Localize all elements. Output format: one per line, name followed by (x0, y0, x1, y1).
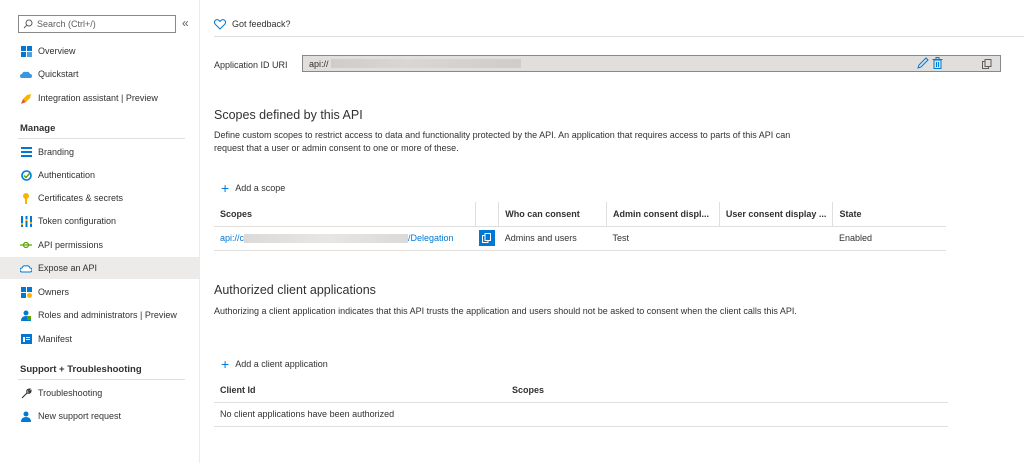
table-row: No client applications have been authori… (214, 402, 948, 427)
sidebar-item-overview[interactable]: Overview (0, 40, 199, 62)
sidebar-item-integration-assistant[interactable]: Integration assistant | Preview (0, 87, 199, 109)
column-header-copy (475, 202, 500, 227)
clients-description: Authorizing a client application indicat… (214, 306, 797, 316)
sidebar-item-new-support-request[interactable]: New support request (0, 405, 199, 427)
table-header-row: Client Id Scopes (214, 378, 948, 403)
clients-section-title: Authorized client applications (214, 283, 376, 297)
cloud-api-icon (20, 262, 32, 274)
empty-message: No client applications have been authori… (214, 402, 948, 427)
scopes-description: Define custom scopes to restrict access … (214, 130, 791, 153)
sidebar-item-api-permissions[interactable]: API permissions (0, 234, 199, 256)
add-scope-button[interactable]: + Add a scope (221, 180, 286, 196)
section-divider (18, 379, 185, 380)
feedback-button[interactable]: Got feedback? (214, 14, 291, 34)
clients-table: Client Id Scopes No client applications … (214, 378, 948, 427)
redacted-value (244, 234, 409, 244)
column-header-who-can-consent[interactable]: Who can consent (498, 202, 607, 227)
column-header-scopes[interactable]: Scopes (506, 378, 948, 403)
manage-section-title: Manage (20, 123, 56, 134)
sidebar: Search (Ctrl+/) « Overview Quickstart In… (0, 0, 200, 463)
collapse-sidebar-button[interactable]: « (182, 17, 189, 29)
sidebar-item-label: API permissions (38, 240, 104, 250)
owners-icon (20, 286, 32, 298)
sidebar-item-authentication[interactable]: Authentication (0, 164, 199, 186)
sidebar-item-troubleshooting[interactable]: Troubleshooting (0, 382, 199, 404)
app-id-uri-label: Application ID URI (214, 60, 288, 70)
scopes-table: Scopes Who can consent Admin consent dis… (214, 202, 946, 251)
scope-link-suffix[interactable]: /Delegation (408, 233, 454, 243)
edit-pencil-icon[interactable] (917, 57, 929, 71)
column-header-user-consent[interactable]: User consent display ... (719, 202, 834, 227)
redacted-value (330, 59, 521, 68)
key-icon (20, 192, 32, 204)
user-consent-cell (719, 226, 833, 251)
wrench-icon (20, 387, 32, 399)
add-client-label: Add a client application (235, 359, 328, 369)
heart-icon (214, 18, 226, 30)
add-scope-label: Add a scope (235, 183, 286, 193)
search-icon (23, 19, 33, 29)
cloud-quickstart-icon (20, 68, 32, 80)
copy-icon[interactable] (478, 230, 495, 246)
admin-consent-cell: Test (606, 226, 720, 251)
table-header-row: Scopes Who can consent Admin consent dis… (214, 202, 946, 227)
who-can-consent-cell: Admins and users (498, 226, 607, 251)
scope-cell[interactable]: api://c/Delegation (214, 226, 476, 251)
branding-icon (20, 146, 32, 158)
roles-icon (20, 309, 32, 321)
sidebar-item-quickstart[interactable]: Quickstart (0, 63, 199, 85)
sidebar-item-expose-an-api[interactable]: Expose an API (0, 257, 199, 279)
search-input[interactable]: Search (Ctrl+/) (18, 15, 176, 33)
sidebar-item-roles-and-administrators[interactable]: Roles and administrators | Preview (0, 304, 199, 326)
sidebar-item-label: Token configuration (38, 216, 117, 226)
sidebar-item-label: Manifest (38, 334, 73, 344)
api-permissions-icon (20, 239, 32, 251)
token-bars-icon (20, 215, 32, 227)
sidebar-item-branding[interactable]: Branding (0, 141, 199, 163)
sidebar-item-label: Branding (38, 147, 75, 157)
sidebar-item-label: Owners (38, 287, 70, 297)
copy-cell[interactable] (475, 226, 499, 251)
column-header-scopes[interactable]: Scopes (214, 202, 477, 227)
sidebar-item-owners[interactable]: Owners (0, 281, 199, 303)
manifest-icon (20, 333, 32, 345)
rocket-icon (20, 92, 32, 104)
sidebar-item-label: Overview (38, 46, 76, 56)
app-id-uri-field[interactable]: api:// (302, 55, 1001, 72)
app-id-uri-value: api:// (309, 58, 329, 69)
support-section-title: Support + Troubleshooting (20, 364, 142, 375)
sidebar-item-token-configuration[interactable]: Token configuration (0, 210, 199, 232)
scope-link-prefix[interactable]: api://c (220, 233, 244, 243)
delete-trash-icon[interactable] (932, 57, 943, 71)
sidebar-item-label: Expose an API (38, 263, 98, 273)
plus-icon: + (221, 356, 230, 372)
sidebar-item-label: Roles and administrators | Preview (38, 310, 177, 320)
sidebar-item-label: Troubleshooting (38, 388, 103, 398)
scopes-section-title: Scopes defined by this API (214, 108, 363, 122)
add-client-application-button[interactable]: + Add a client application (221, 356, 328, 372)
toolbar-divider (214, 36, 1024, 37)
search-placeholder: Search (Ctrl+/) (37, 19, 96, 29)
sidebar-item-label: Integration assistant | Preview (38, 93, 158, 103)
feedback-label: Got feedback? (232, 19, 291, 29)
sidebar-item-label: Certificates & secrets (38, 193, 124, 203)
sidebar-item-manifest[interactable]: Manifest (0, 328, 199, 350)
column-header-admin-consent[interactable]: Admin consent displ... (606, 202, 720, 227)
plus-icon: + (221, 180, 230, 196)
main-content: Got feedback? Application ID URI api:// … (214, 0, 1024, 463)
sidebar-item-certificates[interactable]: Certificates & secrets (0, 187, 199, 209)
column-header-client-id[interactable]: Client Id (214, 378, 506, 403)
copy-icon[interactable] (982, 59, 992, 71)
support-person-icon (20, 410, 32, 422)
table-row[interactable]: api://c/Delegation Admins and users Test… (214, 226, 946, 251)
sidebar-item-label: Quickstart (38, 69, 79, 79)
sidebar-item-label: New support request (38, 411, 122, 421)
sidebar-item-label: Authentication (38, 170, 96, 180)
section-divider (18, 138, 185, 139)
column-header-state[interactable]: State (832, 202, 946, 227)
overview-grid-icon (20, 45, 32, 57)
authentication-icon (20, 169, 32, 181)
state-cell: Enabled (832, 226, 946, 251)
